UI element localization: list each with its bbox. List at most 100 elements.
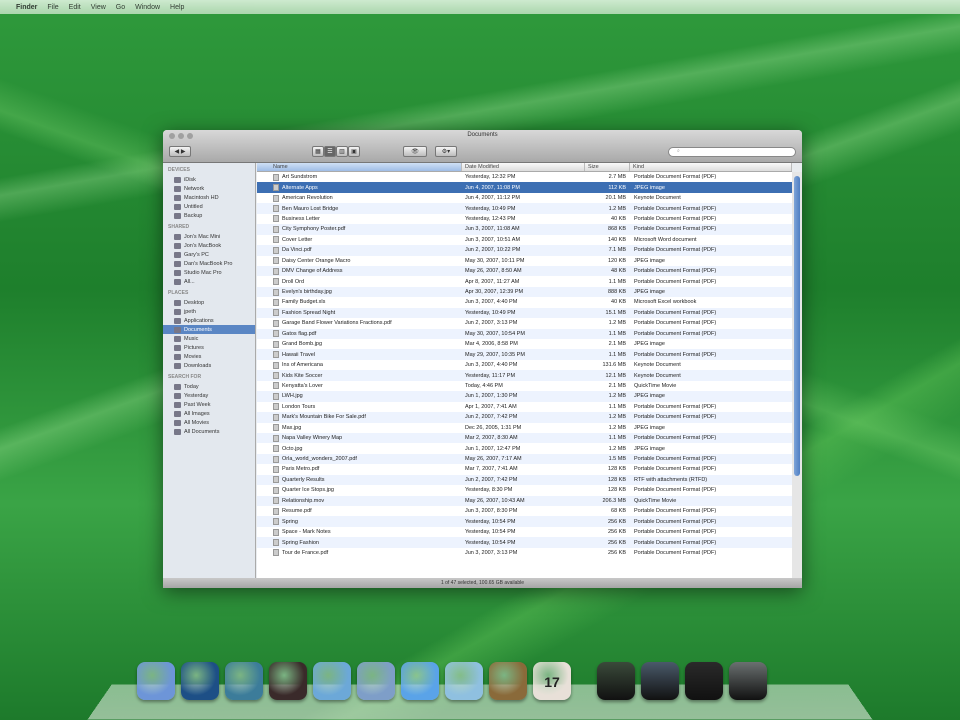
list-view-button[interactable]: ☰ xyxy=(324,146,336,157)
column-header-kind[interactable]: Kind xyxy=(630,163,792,171)
sidebar-item[interactable]: Downloads xyxy=(163,361,255,370)
sidebar-item[interactable]: All Movies xyxy=(163,418,255,427)
action-gear-button[interactable]: ⚙▾ xyxy=(435,146,457,157)
file-row[interactable]: Space - Mark Notes Yesterday, 10:54 PM 256… xyxy=(257,527,792,537)
menu-view[interactable]: View xyxy=(91,4,106,11)
file-row[interactable]: Art Sundstrom Yesterday, 12:32 PM 2.7 MB Po… xyxy=(257,172,792,182)
sidebar-item[interactable]: Yesterday xyxy=(163,391,255,400)
column-header-date[interactable]: Date Modified xyxy=(462,163,585,171)
file-row[interactable]: American Revolution Jun 4, 2007, 11:12 PM… xyxy=(257,193,792,203)
sidebar-item[interactable]: All... xyxy=(163,277,255,286)
dock-ical-icon[interactable]: 17 xyxy=(533,662,571,700)
file-row[interactable]: Da Vinci.pdf Jun 2, 2007, 10:22 PM 7.1 MB P… xyxy=(257,245,792,256)
dock-safari-icon[interactable] xyxy=(225,662,263,700)
sidebar-item[interactable]: Past Week xyxy=(163,400,255,409)
sidebar-item[interactable]: Pictures xyxy=(163,343,255,352)
sidebar-item[interactable]: Applications xyxy=(163,316,255,325)
file-row[interactable]: Fashion Spread Night Yesterday, 10:49 PM 1… xyxy=(257,307,792,319)
dock-finder-icon[interactable] xyxy=(137,662,175,700)
sidebar-item[interactable]: jpeth xyxy=(163,307,255,316)
file-row[interactable]: Hawaii Travel May 29, 2007, 10:35 PM 1.1 M… xyxy=(257,349,792,360)
file-row[interactable]: Orla_world_wonders_2007.pdf May 26, 2007,… xyxy=(257,453,792,465)
column-view-button[interactable]: ▥ xyxy=(336,146,348,157)
file-row[interactable]: Paris Metro.pdf Mar 7, 2007, 7:41 AM 128 K… xyxy=(257,464,792,474)
vertical-scrollbar[interactable] xyxy=(792,172,802,578)
sidebar-item[interactable]: iDisk xyxy=(163,175,255,184)
file-row[interactable]: Evelyn's birthday.jpg Apr 30, 2007, 12:39… xyxy=(257,286,792,298)
file-row[interactable]: Droll Ord Apr 8, 2007, 11:27 AM 1.1 MB Port… xyxy=(257,276,792,286)
dock-stack-1-icon[interactable] xyxy=(597,662,635,700)
file-row[interactable]: Family Budget.xls Jun 3, 2007, 4:40 PM 40 … xyxy=(257,297,792,307)
file-row[interactable]: Max.jpg Dec 26, 2005, 1:31 PM 1.2 MB JPEG i… xyxy=(257,423,792,433)
file-row[interactable]: Spring Fashion Yesterday, 10:54 PM 256 KB P… xyxy=(257,537,792,548)
search-input[interactable]: ⌕ xyxy=(668,147,796,157)
file-row[interactable]: City Symphony Poster.pdf Jun 3, 2007, 11:… xyxy=(257,224,792,235)
file-row[interactable]: Quarter Ice Stops.jpg Yesterday, 8:30 PM 1… xyxy=(257,485,792,495)
menu-go[interactable]: Go xyxy=(116,4,125,11)
coverflow-view-button[interactable]: ▣ xyxy=(348,146,360,157)
file-row[interactable]: Quarterly Results Jun 2, 2007, 7:42 PM 128… xyxy=(257,474,792,486)
file-kind: Portable Document Format (PDF) xyxy=(634,508,717,515)
icon-view-button[interactable]: ▦ xyxy=(312,146,324,157)
dock-trash-icon[interactable] xyxy=(729,662,767,700)
menu-edit[interactable]: Edit xyxy=(69,4,81,11)
file-row[interactable]: Octo.jpg Jun 1, 2007, 12:47 PM 1.2 MB JPEG … xyxy=(257,443,792,453)
dock-dashboard-icon[interactable] xyxy=(181,662,219,700)
file-icon xyxy=(273,205,279,213)
dock-itunes-icon[interactable] xyxy=(445,662,483,700)
sidebar-item[interactable]: Untitled xyxy=(163,202,255,211)
menu-finder[interactable]: Finder xyxy=(16,4,37,11)
file-row[interactable]: Mark's Mountain Bike For Sale.pdf Jun 2, … xyxy=(257,412,792,423)
sidebar-item[interactable]: Documents xyxy=(163,325,255,334)
quicklook-button[interactable]: 👁 xyxy=(403,146,427,157)
sidebar-item[interactable]: All Images xyxy=(163,409,255,418)
file-date: Jun 2, 2007, 10:22 PM xyxy=(465,247,521,254)
sidebar-item[interactable]: Movies xyxy=(163,352,255,361)
file-row[interactable]: Grand Bomb.jpg Mar 4, 2006, 8:58 PM 2.1 MB… xyxy=(257,339,792,349)
file-row[interactable]: Napa Valley Winery Map Mar 2, 2007, 8:30 … xyxy=(257,432,792,444)
menu-window[interactable]: Window xyxy=(135,4,160,11)
scroll-thumb[interactable] xyxy=(794,176,800,476)
dock-preview-icon[interactable] xyxy=(357,662,395,700)
dock-stack-2-icon[interactable] xyxy=(641,662,679,700)
sidebar-item[interactable]: Today xyxy=(163,382,255,391)
sidebar-item[interactable]: Music xyxy=(163,334,255,343)
menu-help[interactable]: Help xyxy=(170,4,184,11)
column-header-size[interactable]: Size xyxy=(585,163,630,171)
sidebar-item[interactable]: Jon's Mac Mini xyxy=(163,232,255,241)
sidebar-item[interactable]: Backup xyxy=(163,211,255,220)
file-row[interactable]: Kids Kite Soccer Yesterday, 11:17 PM 12.1 … xyxy=(257,370,792,381)
sidebar-item[interactable]: All Documents xyxy=(163,427,255,436)
file-row[interactable]: Ins of Americana Jun 3, 2007, 4:40 PM 131.… xyxy=(257,360,792,370)
sidebar-item[interactable]: Desktop xyxy=(163,298,255,307)
file-row[interactable]: LWH.jpg Jun 1, 2007, 1:30 PM 1.2 MB JPEG im… xyxy=(257,391,792,402)
file-row[interactable]: Kenyatta's Lover Today, 4:46 PM 2.1 MB Quic… xyxy=(257,381,792,391)
dock-ichat-icon[interactable] xyxy=(401,662,439,700)
sidebar-item[interactable]: Macintosh HD xyxy=(163,193,255,202)
file-row[interactable]: Alternate Apps Jun 4, 2007, 11:08 PM 112 K… xyxy=(257,182,792,193)
column-header-name[interactable]: Name xyxy=(257,163,462,171)
sidebar-item[interactable]: Studio Mac Pro xyxy=(163,268,255,277)
back-forward-buttons[interactable]: ◀ ▶ xyxy=(169,146,191,157)
file-row[interactable]: Gatos flag.pdf May 30, 2007, 10:54 PM 1.1 … xyxy=(257,328,792,339)
sidebar-item[interactable]: Network xyxy=(163,184,255,193)
menu-file[interactable]: File xyxy=(47,4,58,11)
file-row[interactable]: DMV Change of Address May 26, 2007, 8:50 … xyxy=(257,265,792,277)
sidebar-item[interactable]: Dan's MacBook Pro xyxy=(163,259,255,268)
dock-time-machine-icon[interactable] xyxy=(269,662,307,700)
file-row[interactable]: Garage Band Flower Variations Fractions.… xyxy=(257,318,792,328)
file-row[interactable]: Business Letter Yesterday, 12:43 PM 40 KB P… xyxy=(257,214,792,224)
file-row[interactable]: London Tours Apr 1, 2007, 7:41 AM 1.1 MB Po… xyxy=(257,402,792,412)
file-row[interactable]: Ben Mauro Lost Bridge Yesterday, 10:49 PM… xyxy=(257,203,792,214)
file-row[interactable]: Cover Letter Jun 3, 2007, 10:51 AM 140 KB M… xyxy=(257,235,792,245)
dock-system-preferences-icon[interactable] xyxy=(313,662,351,700)
dock-iphoto-icon[interactable] xyxy=(489,662,527,700)
file-row[interactable]: Daisy Center Orange Macro May 30, 2007, 1… xyxy=(257,256,792,266)
file-row[interactable]: Spring Yesterday, 10:54 PM 256 KB Portable … xyxy=(257,516,792,527)
sidebar-item[interactable]: Gary's PC xyxy=(163,250,255,259)
file-row[interactable]: Resume.pdf Jun 3, 2007, 8:30 PM 68 KB Porta… xyxy=(257,506,792,516)
file-row[interactable]: Tour de France.pdf Jun 3, 2007, 3:13 PM 25… xyxy=(257,548,792,558)
file-row[interactable]: Relationship.mov May 26, 2007, 10:43 AM 20… xyxy=(257,495,792,506)
sidebar-item[interactable]: Jon's MacBook xyxy=(163,241,255,250)
dock-stack-3-icon[interactable] xyxy=(685,662,723,700)
